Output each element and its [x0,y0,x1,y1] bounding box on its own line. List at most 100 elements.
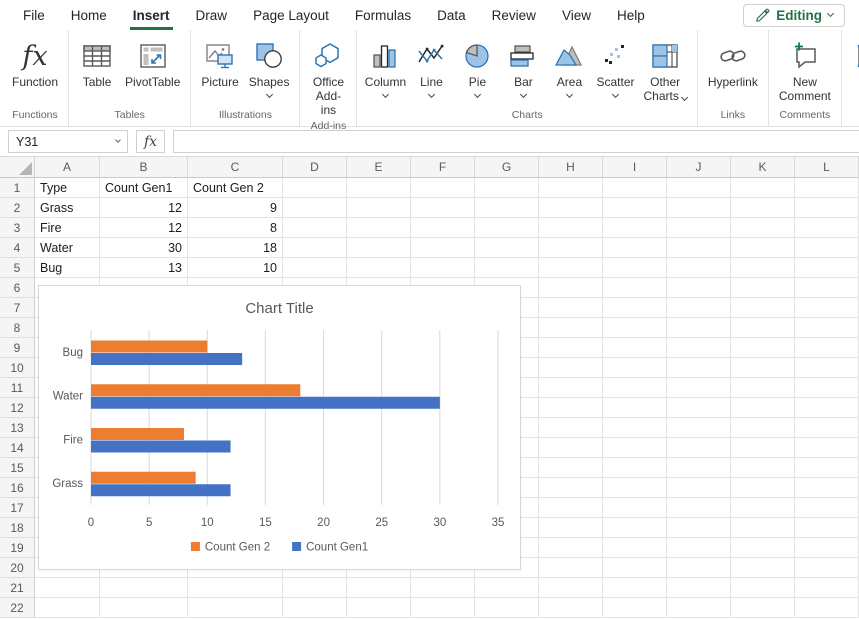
cell-L11[interactable] [795,378,859,398]
cell-D5[interactable] [283,258,347,278]
cell-H18[interactable] [539,518,603,538]
cell-C5[interactable]: 10 [188,258,283,278]
office-addins-button[interactable]: Office Add-ins [307,35,349,119]
editing-mode-button[interactable]: Editing [743,4,845,27]
tab-view[interactable]: View [549,0,604,30]
cell-F3[interactable] [411,218,475,238]
cell-E1[interactable] [347,178,411,198]
cell-H8[interactable] [539,318,603,338]
cell-K6[interactable] [731,278,795,298]
table-button[interactable]: Table [76,35,118,91]
cell-H21[interactable] [539,578,603,598]
cell-C22[interactable] [188,598,283,618]
cell-J11[interactable] [667,378,731,398]
cell-K1[interactable] [731,178,795,198]
cell-L1[interactable] [795,178,859,198]
cell-L22[interactable] [795,598,859,618]
function-button[interactable]: fx Function [9,35,61,91]
tab-help[interactable]: Help [604,0,658,30]
cell-E3[interactable] [347,218,411,238]
cell-L16[interactable] [795,478,859,498]
cell-B4[interactable]: 30 [100,238,188,258]
cell-I3[interactable] [603,218,667,238]
cell-K14[interactable] [731,438,795,458]
row-header-12[interactable]: 12 [0,398,35,418]
cell-L13[interactable] [795,418,859,438]
cell-G2[interactable] [475,198,539,218]
cell-L4[interactable] [795,238,859,258]
row-header-11[interactable]: 11 [0,378,35,398]
cell-E5[interactable] [347,258,411,278]
cell-K21[interactable] [731,578,795,598]
row-header-13[interactable]: 13 [0,418,35,438]
cell-J12[interactable] [667,398,731,418]
cell-G22[interactable] [475,598,539,618]
new-comment-button[interactable]: New Comment [776,35,834,105]
cell-K20[interactable] [731,558,795,578]
cell-I18[interactable] [603,518,667,538]
cell-K22[interactable] [731,598,795,618]
cell-K10[interactable] [731,358,795,378]
cell-L2[interactable] [795,198,859,218]
cell-I7[interactable] [603,298,667,318]
cell-I9[interactable] [603,338,667,358]
row-header-14[interactable]: 14 [0,438,35,458]
cell-I6[interactable] [603,278,667,298]
cell-L3[interactable] [795,218,859,238]
cell-C4[interactable]: 18 [188,238,283,258]
hyperlink-button[interactable]: Hyperlink [705,35,761,91]
cell-G1[interactable] [475,178,539,198]
cell-L17[interactable] [795,498,859,518]
cell-I4[interactable] [603,238,667,258]
cell-H19[interactable] [539,538,603,558]
cell-B21[interactable] [100,578,188,598]
cell-L7[interactable] [795,298,859,318]
cell-H13[interactable] [539,418,603,438]
cell-J7[interactable] [667,298,731,318]
row-header-21[interactable]: 21 [0,578,35,598]
column-header-G[interactable]: G [475,157,539,178]
cell-J22[interactable] [667,598,731,618]
cell-H12[interactable] [539,398,603,418]
row-header-10[interactable]: 10 [0,358,35,378]
row-header-16[interactable]: 16 [0,478,35,498]
cell-L9[interactable] [795,338,859,358]
cell-H3[interactable] [539,218,603,238]
cell-K4[interactable] [731,238,795,258]
cell-J10[interactable] [667,358,731,378]
row-header-5[interactable]: 5 [0,258,35,278]
cell-K15[interactable] [731,458,795,478]
column-header-B[interactable]: B [100,157,188,178]
cell-K18[interactable] [731,518,795,538]
cell-J17[interactable] [667,498,731,518]
cell-A4[interactable]: Water [35,238,100,258]
cell-D21[interactable] [283,578,347,598]
column-header-F[interactable]: F [411,157,475,178]
cell-D1[interactable] [283,178,347,198]
cell-K12[interactable] [731,398,795,418]
cell-H4[interactable] [539,238,603,258]
cell-L12[interactable] [795,398,859,418]
row-header-22[interactable]: 22 [0,598,35,618]
cell-K7[interactable] [731,298,795,318]
cell-H7[interactable] [539,298,603,318]
cell-I16[interactable] [603,478,667,498]
cell-E22[interactable] [347,598,411,618]
cell-L5[interactable] [795,258,859,278]
cell-K3[interactable] [731,218,795,238]
cell-C2[interactable]: 9 [188,198,283,218]
row-header-4[interactable]: 4 [0,238,35,258]
cell-L8[interactable] [795,318,859,338]
cell-A21[interactable] [35,578,100,598]
cell-I19[interactable] [603,538,667,558]
tab-data[interactable]: Data [424,0,479,30]
column-header-D[interactable]: D [283,157,347,178]
cell-J15[interactable] [667,458,731,478]
tab-review[interactable]: Review [479,0,549,30]
cell-I10[interactable] [603,358,667,378]
cell-D3[interactable] [283,218,347,238]
cell-I21[interactable] [603,578,667,598]
cell-J20[interactable] [667,558,731,578]
cell-D22[interactable] [283,598,347,618]
cell-J5[interactable] [667,258,731,278]
